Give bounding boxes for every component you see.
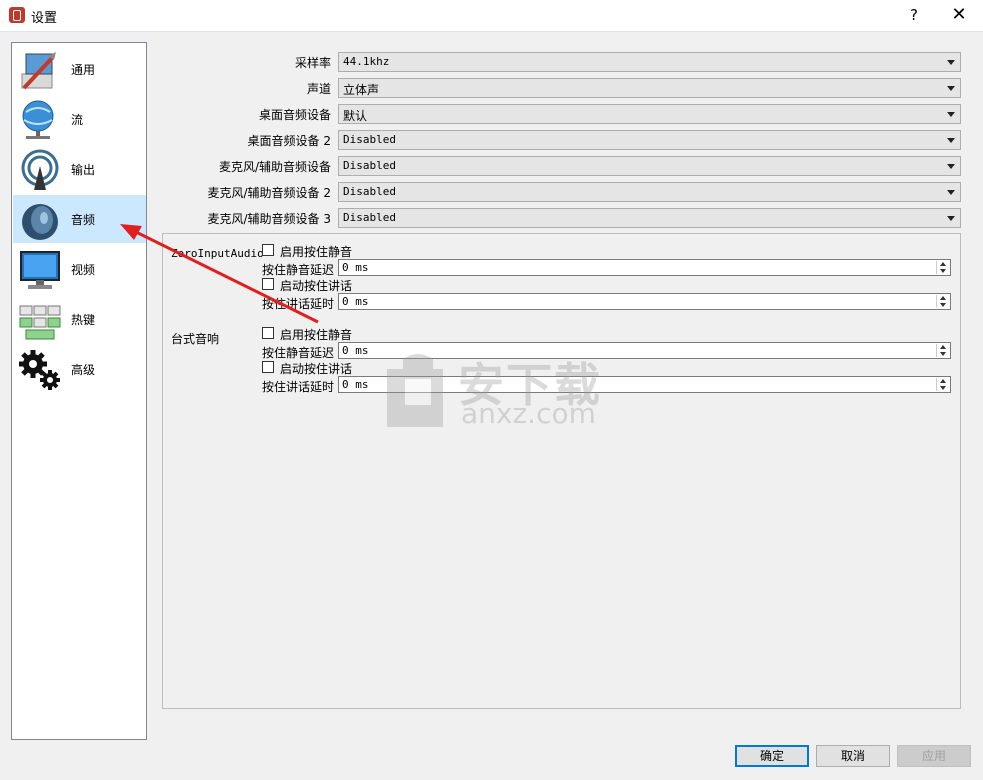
general-settings-icon <box>21 52 56 90</box>
device-name: ZoroInputAudio <box>171 247 264 260</box>
push-to-talk-delay-label: 按住讲话延时 <box>262 297 335 311</box>
push-to-mute-delay-label: 按住静音延迟 <box>262 346 335 360</box>
push-to-mute-checkbox[interactable] <box>262 244 274 256</box>
output-broadcast-icon <box>21 149 59 190</box>
spin-up-icon[interactable] <box>940 262 946 266</box>
device-name: 台式音响 <box>171 332 220 346</box>
video-monitor-icon <box>20 251 60 289</box>
window-title: 设置 <box>31 11 58 26</box>
mic-aux-2-label: 麦克风/辅助音频设备 2 <box>207 186 332 200</box>
spin-up-icon[interactable] <box>940 345 946 349</box>
settings-sidebar: 通用 流 输出 音频 视频 热键 高级 <box>11 42 147 740</box>
sidebar-item-general[interactable]: 通用 <box>13 45 146 93</box>
spin-buttons <box>936 378 949 391</box>
mic-aux-3-select[interactable]: Disabled <box>338 208 961 228</box>
spin-buttons <box>936 344 949 357</box>
sidebar-item-advanced[interactable]: 高级 <box>13 345 146 393</box>
chevron-down-icon <box>947 112 955 117</box>
sidebar-item-stream[interactable]: 流 <box>13 95 146 143</box>
sidebar-item-label: 音频 <box>71 213 96 227</box>
sample-rate-select[interactable]: 44.1khz <box>338 52 961 72</box>
apply-button[interactable]: 应用 <box>897 745 971 767</box>
advanced-gears-icon <box>19 350 60 390</box>
push-to-mute-checkbox[interactable] <box>262 327 274 339</box>
spin-buttons <box>936 295 949 308</box>
sidebar-item-hotkeys[interactable]: 热键 <box>13 295 146 343</box>
push-to-talk-delay-input[interactable]: 0 ms <box>338 376 951 393</box>
help-button[interactable]: ? <box>904 4 924 26</box>
push-to-talk-delay-label: 按住讲话延时 <box>262 380 335 394</box>
chevron-down-icon <box>947 86 955 91</box>
desktop-audio-label: 桌面音频设备 <box>258 108 331 122</box>
sidebar-item-audio[interactable]: 音频 <box>13 195 146 243</box>
audio-speaker-icon <box>22 204 58 240</box>
channels-label: 声道 <box>306 82 331 96</box>
chevron-down-icon <box>947 190 955 195</box>
spin-down-icon[interactable] <box>940 352 946 356</box>
push-to-mute-delay-input[interactable]: 0 ms <box>338 259 951 276</box>
push-to-mute-delay-label: 按住静音延迟 <box>262 263 335 277</box>
chevron-down-icon <box>947 216 955 221</box>
sidebar-item-label: 热键 <box>71 313 96 327</box>
ok-button[interactable]: 确定 <box>735 745 809 767</box>
push-to-talk-delay-input[interactable]: 0 ms <box>338 293 951 310</box>
spin-up-icon[interactable] <box>940 379 946 383</box>
desktop-audio-2-label: 桌面音频设备 2 <box>247 134 331 148</box>
mic-aux-label: 麦克风/辅助音频设备 <box>218 160 331 174</box>
close-button[interactable]: ✕ <box>947 4 971 26</box>
push-to-talk-checkbox[interactable] <box>262 361 274 373</box>
stream-globe-icon <box>22 100 54 139</box>
spin-down-icon[interactable] <box>940 303 946 307</box>
hotkeys-keyboard-icon <box>19 305 61 340</box>
channels-select[interactable]: 立体声 <box>338 78 961 98</box>
sidebar-item-label: 高级 <box>71 363 96 377</box>
desktop-audio-select[interactable]: 默认 <box>338 104 961 124</box>
sample-rate-label: 采样率 <box>294 56 331 70</box>
spin-down-icon[interactable] <box>940 269 946 273</box>
sidebar-item-label: 视频 <box>71 263 96 277</box>
app-logo-icon <box>9 7 25 23</box>
spin-up-icon[interactable] <box>940 296 946 300</box>
chevron-down-icon <box>947 138 955 143</box>
sidebar-item-label: 通用 <box>71 63 96 77</box>
spin-down-icon[interactable] <box>940 386 946 390</box>
mic-aux-2-select[interactable]: Disabled <box>338 182 961 202</box>
sidebar-item-video[interactable]: 视频 <box>13 245 146 293</box>
mic-aux-select[interactable]: Disabled <box>338 156 961 176</box>
cancel-button[interactable]: 取消 <box>816 745 890 767</box>
spin-buttons <box>936 261 949 274</box>
push-to-mute-delay-input[interactable]: 0 ms <box>338 342 951 359</box>
chevron-down-icon <box>947 60 955 65</box>
mic-aux-3-label: 麦克风/辅助音频设备 3 <box>207 212 332 226</box>
chevron-down-icon <box>947 164 955 169</box>
desktop-audio-2-select[interactable]: Disabled <box>338 130 961 150</box>
sidebar-item-label: 流 <box>71 113 84 127</box>
sidebar-item-output[interactable]: 输出 <box>13 145 146 193</box>
sidebar-item-label: 输出 <box>71 163 96 177</box>
push-to-talk-checkbox[interactable] <box>262 278 274 290</box>
title-bar: 设置 ? ✕ <box>0 0 983 32</box>
